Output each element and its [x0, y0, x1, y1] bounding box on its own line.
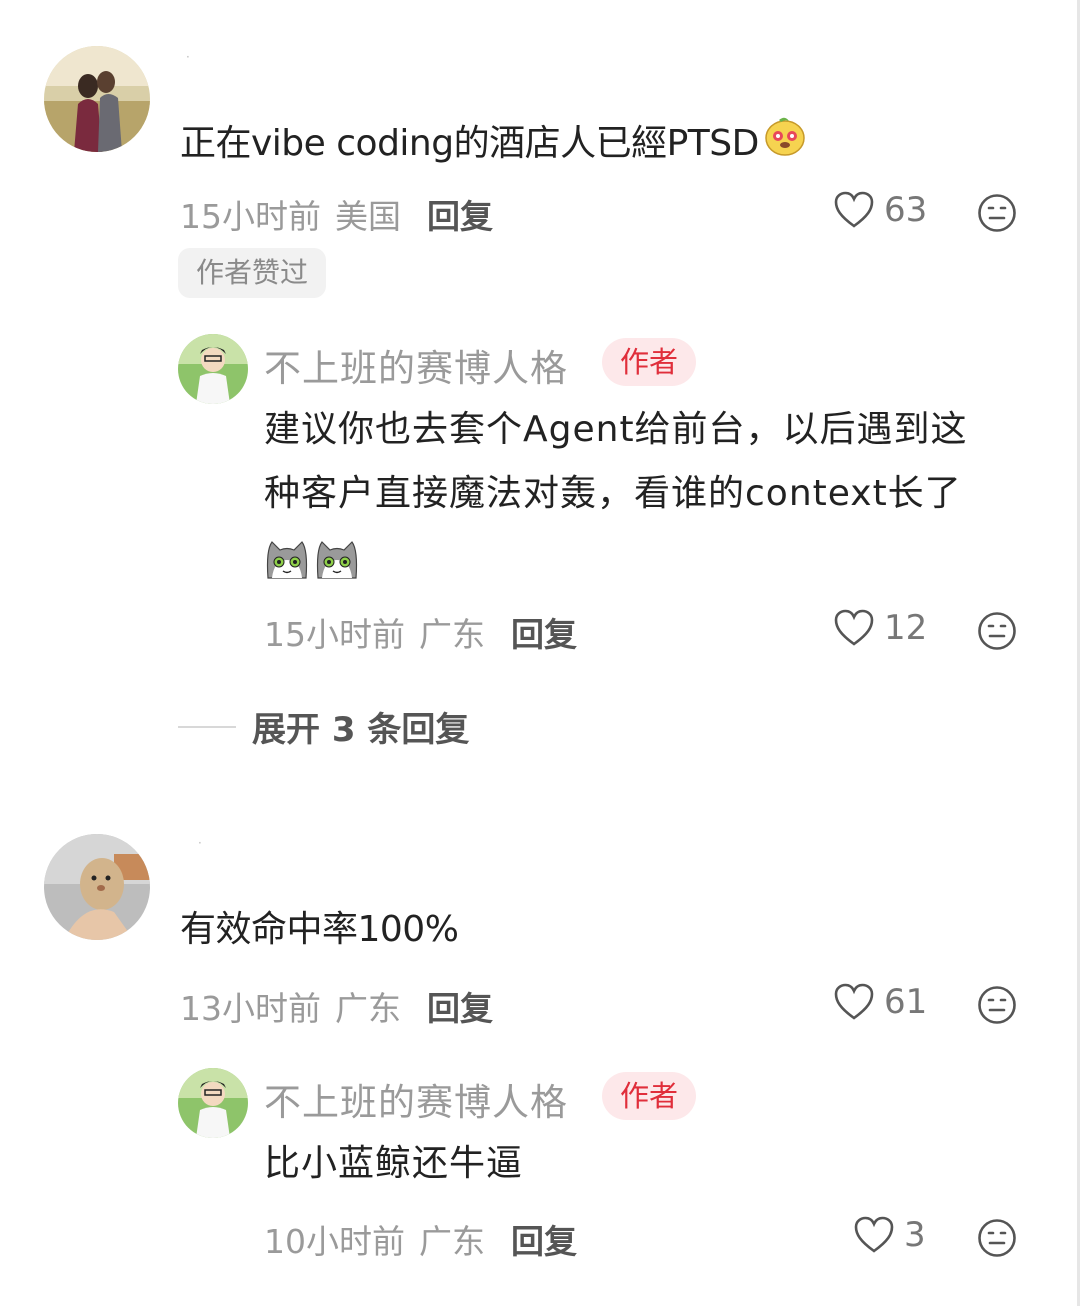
- author-liked-tag: 作者赞过: [178, 248, 327, 298]
- reply-username[interactable]: 不上班的赛博人格: [264, 338, 568, 392]
- heart-outline-icon: [834, 609, 874, 646]
- comment-text: 有效命中率100%: [180, 909, 459, 950]
- commenter-avatar[interactable]: [44, 46, 150, 152]
- reply-time: 15小时前: [264, 615, 405, 654]
- reply-text: 建议你也去套个Agent给前台，以后遇到这 种客户直接魔法对轰，看谁的conte…: [264, 398, 968, 590]
- reply-username[interactable]: 不上班的赛博人格: [264, 1072, 568, 1126]
- neutral-face-icon[interactable]: [977, 985, 1017, 1025]
- neutral-face-icon[interactable]: [977, 193, 1017, 233]
- comment-time: 13小时前: [180, 989, 321, 1028]
- author-badge: 作者: [602, 338, 697, 386]
- like-count: 12: [884, 608, 928, 648]
- comment-time: 15小时前: [180, 197, 321, 236]
- username-placeholder: ·: [186, 50, 190, 64]
- like-count: 63: [884, 190, 928, 230]
- reply-text-line: 种客户直接魔法对轰，看谁的context长了: [264, 473, 962, 514]
- heart-outline-icon: [834, 191, 874, 228]
- expand-replies-label: 展开 3 条回复: [252, 710, 470, 750]
- neutral-face-icon[interactable]: [977, 611, 1017, 651]
- reply-button[interactable]: 回复: [427, 190, 493, 238]
- reply-meta: 15小时前 广东 回复: [264, 608, 577, 656]
- expand-replies-button[interactable]: 展开 3 条回复: [178, 702, 469, 751]
- sticker-row: [264, 530, 968, 590]
- heart-outline-icon: [854, 1216, 894, 1253]
- reply-button[interactable]: 回复: [511, 608, 577, 656]
- reply-text: 比小蓝鲸还牛逼: [264, 1143, 524, 1184]
- comment-location: 美国: [335, 197, 401, 236]
- comment-location: 广东: [335, 989, 401, 1028]
- commenter-avatar[interactable]: [44, 834, 150, 940]
- like-button[interactable]: 63: [834, 190, 927, 230]
- comment-meta: 13小时前 广东 回复: [180, 982, 493, 1030]
- like-count: 3: [904, 1215, 926, 1255]
- reply-location: 广东: [419, 1222, 485, 1261]
- neutral-face-icon[interactable]: [977, 1218, 1017, 1258]
- comment-meta: 15小时前 美国 回复: [180, 190, 493, 238]
- username-placeholder: ·: [198, 836, 202, 850]
- reply-location: 广东: [419, 615, 485, 654]
- like-button[interactable]: 12: [834, 608, 927, 648]
- like-button[interactable]: 61: [834, 982, 927, 1022]
- comment-text: 正在vibe coding的酒店人已經PTSD: [180, 112, 807, 178]
- reply-time: 10小时前: [264, 1222, 405, 1261]
- cat-emoji-icon: [266, 541, 308, 579]
- reply-button[interactable]: 回复: [427, 982, 493, 1030]
- reply-meta: 10小时前 广东 回复: [264, 1215, 577, 1263]
- like-count: 61: [884, 982, 928, 1022]
- heart-outline-icon: [834, 983, 874, 1020]
- author-badge: 作者: [602, 1072, 697, 1120]
- expand-divider: [178, 725, 236, 728]
- dog-emoji-icon: [763, 113, 807, 178]
- author-avatar[interactable]: [178, 334, 248, 404]
- reply-text-line: 建议你也去套个Agent给前台，以后遇到这: [264, 409, 968, 450]
- like-button[interactable]: 3: [854, 1215, 926, 1255]
- author-avatar[interactable]: [178, 1068, 248, 1138]
- cat-emoji-icon: [316, 541, 358, 579]
- reply-button[interactable]: 回复: [511, 1215, 577, 1263]
